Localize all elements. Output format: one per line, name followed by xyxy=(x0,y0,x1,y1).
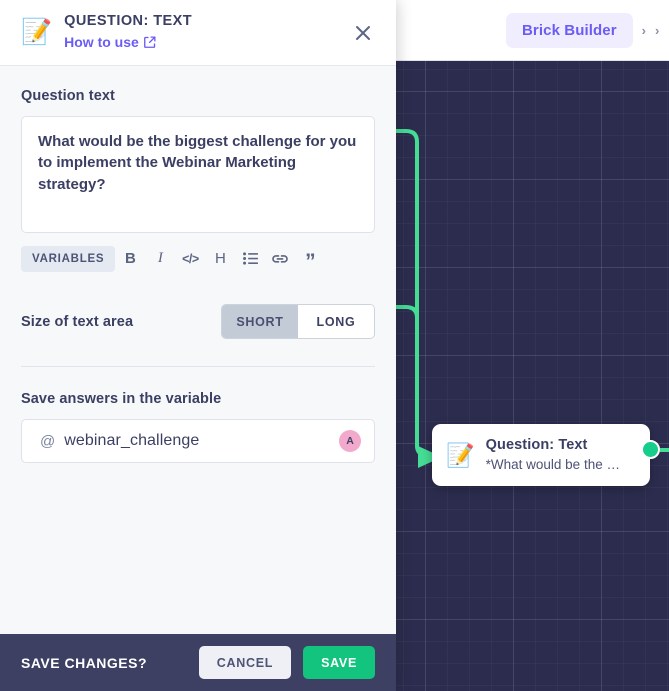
variable-name-input[interactable]: @ webinar_challenge A xyxy=(21,419,375,463)
link-button[interactable] xyxy=(265,245,295,272)
section-divider xyxy=(21,366,375,367)
close-button[interactable] xyxy=(348,18,378,48)
italic-icon: I xyxy=(157,250,163,266)
save-changes-title: SAVE CHANGES? xyxy=(21,654,148,671)
bold-icon: B xyxy=(124,250,136,267)
top-breadcrumb-bar: Brick Builder › › xyxy=(395,0,669,61)
close-icon xyxy=(356,25,370,40)
code-button[interactable]: </> xyxy=(175,245,205,272)
question-text-input[interactable]: What would be the biggest challenge for … xyxy=(21,116,375,233)
heading-icon: H xyxy=(214,250,226,267)
save-variable-label: Save answers in the variable xyxy=(21,391,222,407)
size-option-short[interactable]: SHORT xyxy=(222,305,298,338)
node-output-connector-dot[interactable] xyxy=(641,440,660,459)
memo-pencil-icon: 📝 xyxy=(446,441,475,468)
how-to-use-label: How to use xyxy=(64,33,139,50)
cancel-button[interactable]: CANCEL xyxy=(198,646,292,679)
panel-body: Question text What would be the biggest … xyxy=(0,66,396,634)
flow-node-question-text[interactable]: 📝 Question: Text *What would be the … xyxy=(432,424,650,486)
rich-text-toolbar: VARIABLES B I </> H ” xyxy=(21,245,375,272)
italic-button[interactable]: I xyxy=(145,245,175,272)
breadcrumb-next-partial[interactable]: › xyxy=(655,23,665,38)
flow-node-title: Question: Text xyxy=(485,437,588,454)
save-changes-bar: SAVE CHANGES? CANCEL SAVE xyxy=(0,634,396,691)
flow-node-subtitle: *What would be the … xyxy=(485,457,620,473)
size-option-long[interactable]: LONG xyxy=(298,305,374,338)
variable-owner-avatar[interactable]: A xyxy=(339,430,361,452)
code-icon: </> xyxy=(182,251,199,266)
question-text-label: Question text xyxy=(21,88,115,104)
external-link-icon xyxy=(143,36,156,48)
size-toggle-group: SHORT LONG xyxy=(221,304,375,339)
how-to-use-link[interactable]: How to use xyxy=(64,34,156,50)
link-icon xyxy=(272,254,289,263)
bullet-list-icon xyxy=(242,252,258,265)
panel-header: 📝 QUESTION: TEXT How to use xyxy=(0,0,396,66)
save-button[interactable]: SAVE xyxy=(303,646,375,679)
size-of-text-area-row: Size of text area SHORT LONG xyxy=(21,304,375,339)
heading-button[interactable]: H xyxy=(205,245,235,272)
memo-pencil-icon: 📝 xyxy=(21,18,53,46)
at-symbol-icon: @ xyxy=(40,432,56,450)
variables-button[interactable]: VARIABLES xyxy=(21,245,116,272)
panel-title: QUESTION: TEXT xyxy=(64,13,193,30)
size-of-text-area-label: Size of text area xyxy=(21,313,134,330)
bullet-list-button[interactable] xyxy=(235,245,265,272)
breadcrumb-separator-icon: › xyxy=(641,22,646,38)
breadcrumb-item-brick-builder[interactable]: Brick Builder xyxy=(505,12,633,48)
variable-name-value: webinar_challenge xyxy=(64,432,200,449)
quote-button[interactable]: ” xyxy=(295,245,325,272)
settings-panel: 📝 QUESTION: TEXT How to use Question tex… xyxy=(0,0,396,691)
bold-button[interactable]: B xyxy=(115,245,145,272)
